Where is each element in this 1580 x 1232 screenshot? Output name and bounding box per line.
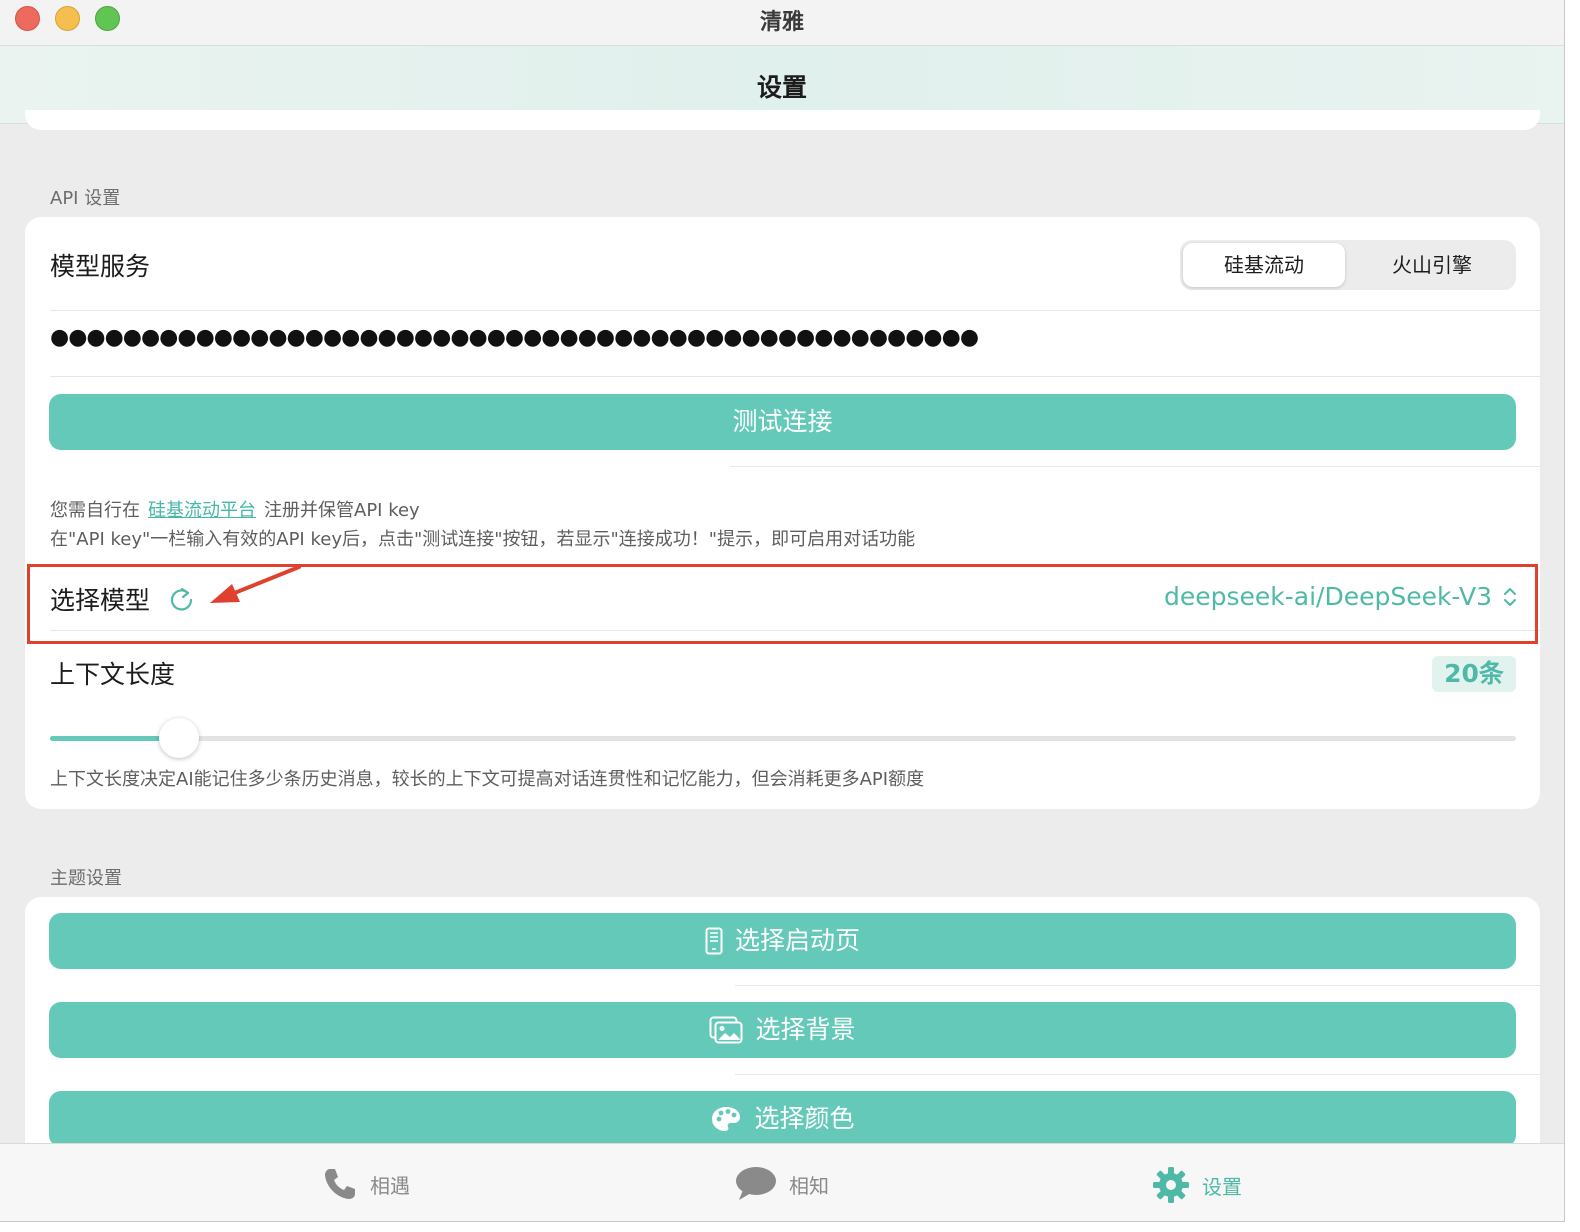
app-window: 清雅 设置 API 设置 模型服务 硅基流动 火山引擎 ●●●●●●●●●●●●…	[0, 0, 1565, 1222]
context-length-title: 上下文长度	[50, 660, 176, 689]
context-length-row: 上下文长度 20条 上下文长度决定AI能记住多少条历史消息，较长的上下文可提高对…	[25, 645, 1540, 790]
background-window-edge	[0, 1223, 1580, 1232]
model-service-title: 模型服务	[50, 252, 151, 281]
tab-bar: 相遇 相知 设置	[0, 1143, 1564, 1221]
select-splash-label: 选择启动页	[734, 926, 860, 955]
page-title: 设置	[756, 73, 807, 102]
hint-suffix: 注册并保管API key	[264, 500, 420, 521]
palette-icon	[712, 1107, 741, 1131]
divider	[730, 466, 1540, 467]
segment-volcengine[interactable]: 火山引擎	[1351, 243, 1513, 287]
test-connection-button[interactable]: 测试连接	[49, 394, 1516, 450]
theme-section-label: 主题设置	[50, 868, 122, 889]
divider	[735, 985, 1540, 986]
hint-prefix: 您需自行在	[50, 500, 140, 521]
gear-icon	[1153, 1167, 1189, 1203]
select-color-label: 选择颜色	[754, 1104, 855, 1133]
test-connection-label: 测试连接	[732, 407, 833, 436]
slider-thumb[interactable]	[159, 718, 199, 758]
context-length-badge: 20条	[1432, 656, 1516, 692]
theme-settings-card: 选择启动页 选择背景 选择颜色	[25, 897, 1540, 1157]
divider	[735, 1074, 1540, 1075]
siliconflow-platform-link[interactable]: 硅基流动平台	[148, 500, 256, 521]
background-window-edge	[1566, 0, 1580, 1232]
divider	[50, 376, 1540, 377]
api-section-label: API 设置	[50, 188, 121, 209]
previous-card-bottom	[25, 110, 1540, 130]
tab-encounter[interactable]: 相遇	[322, 1166, 410, 1202]
window-title: 清雅	[759, 10, 804, 35]
api-hint-line2: 在"API key"一栏输入有效的API key后，点击"测试连接"按钮，若显示…	[50, 529, 916, 550]
api-hint-line1: 您需自行在 硅基流动平台 注册并保管API key	[50, 496, 420, 522]
tab-settings[interactable]: 设置	[1152, 1166, 1242, 1204]
phone-icon	[325, 1169, 355, 1199]
context-length-slider[interactable]	[50, 718, 1516, 758]
select-background-button[interactable]: 选择背景	[49, 1002, 1516, 1058]
select-background-label: 选择背景	[755, 1015, 856, 1044]
divider	[50, 310, 1540, 311]
tab-acquaint-label: 相知	[789, 1173, 829, 1198]
select-splash-button[interactable]: 选择启动页	[49, 913, 1516, 969]
chat-bubble-icon	[736, 1167, 776, 1200]
annotation-arrow-icon	[210, 565, 301, 603]
model-service-segmented: 硅基流动 火山引擎	[1180, 240, 1516, 290]
phone-screen-icon	[705, 927, 723, 955]
tab-encounter-label: 相遇	[370, 1173, 410, 1198]
tab-acquaint[interactable]: 相知	[735, 1166, 829, 1202]
title-bar: 清雅	[0, 0, 1564, 46]
tab-settings-label: 设置	[1202, 1174, 1242, 1199]
segment-siliconflow[interactable]: 硅基流动	[1183, 243, 1345, 287]
select-color-button[interactable]: 选择颜色	[49, 1091, 1516, 1147]
context-length-description: 上下文长度决定AI能记住多少条历史消息，较长的上下文可提高对话连贯性和记忆能力，…	[50, 769, 925, 790]
api-settings-card: 模型服务 硅基流动 火山引擎 ●●●●●●●●●●●●●●●●●●●●●●●●●…	[25, 217, 1540, 809]
images-icon	[709, 1016, 743, 1044]
api-key-field[interactable]: ●●●●●●●●●●●●●●●●●●●●●●●●●●●●●●●●●●●●●●●●…	[50, 325, 979, 350]
